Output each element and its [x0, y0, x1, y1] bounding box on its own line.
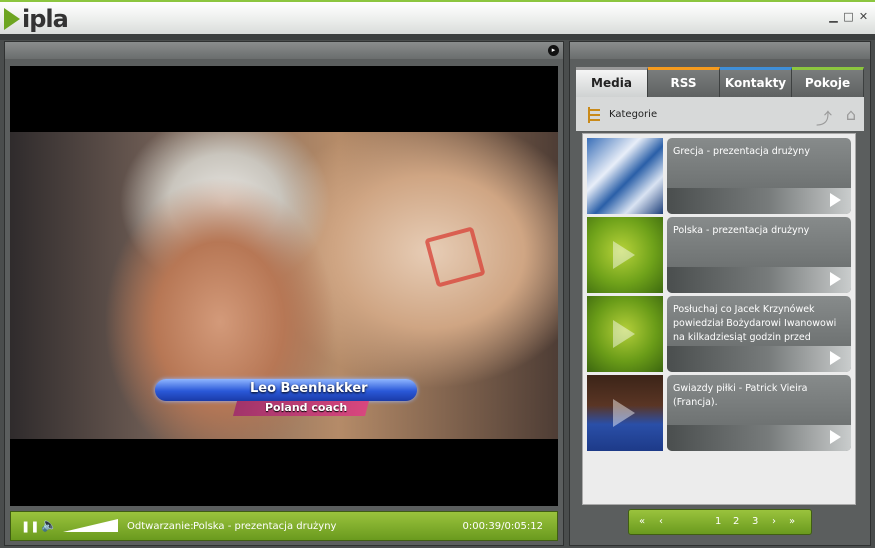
item-card-footer — [667, 188, 851, 214]
page-link-2[interactable]: 2 — [733, 515, 739, 529]
thumbnail[interactable] — [587, 296, 663, 372]
list-item[interactable]: Posłuchaj co Jacek Krzynówek powiedział … — [587, 296, 853, 372]
category-bar: Kategorie ⤴ ⌂ — [576, 97, 864, 131]
minimize-icon[interactable]: ▁ — [828, 11, 839, 22]
player-header: ▸ — [5, 42, 563, 59]
detach-icon[interactable]: ▸ — [548, 45, 559, 56]
item-title: Posłuchaj co Jacek Krzynówek powiedział … — [673, 304, 837, 343]
item-card[interactable]: Posłuchaj co Jacek Krzynówek powiedział … — [667, 296, 851, 372]
logo-play-icon — [4, 8, 20, 30]
play-icon[interactable] — [830, 351, 841, 365]
thumbnail[interactable] — [587, 217, 663, 293]
play-icon[interactable] — [830, 272, 841, 286]
volume-icon[interactable]: 🔈 — [41, 519, 59, 533]
emblem-patch — [424, 226, 486, 288]
up-arrow-icon[interactable]: ⤴ — [816, 105, 832, 129]
page-link-3[interactable]: 3 — [752, 515, 758, 529]
item-card-footer — [667, 267, 851, 293]
logo-text: ipla — [22, 5, 69, 33]
next-page-icon[interactable]: › — [772, 515, 776, 529]
tab-contacts[interactable]: Kontakty — [720, 67, 792, 97]
prev-page-icon[interactable]: ‹ — [659, 515, 663, 529]
page-link-1[interactable]: 1 — [715, 515, 721, 529]
item-title: Gwiazdy piłki - Patrick Vieira (Francja)… — [673, 383, 808, 408]
overlay-subtitle: Poland coach — [265, 401, 348, 414]
item-card[interactable]: Grecja - prezentacja drużyny — [667, 138, 851, 214]
maximize-icon[interactable]: □ — [843, 11, 854, 22]
divider — [0, 34, 875, 40]
video-frame: Leo Beenhakker Poland coach — [10, 132, 558, 439]
first-page-icon[interactable]: « — [639, 515, 645, 529]
close-icon[interactable]: ✕ — [858, 11, 869, 22]
title-bar: ipla ▁ □ ✕ — [0, 0, 875, 34]
item-card[interactable]: Gwiazdy piłki - Patrick Vieira (Francja)… — [667, 375, 851, 451]
tab-media[interactable]: Media — [576, 67, 648, 97]
player-panel: ▸ Leo Beenhakker Poland coach ❚❚ 🔈 Odtwa… — [4, 41, 564, 546]
tab-rooms[interactable]: Pokoje — [792, 67, 864, 97]
home-icon[interactable]: ⌂ — [846, 105, 856, 124]
category-tree-icon[interactable] — [587, 106, 601, 124]
item-title: Polska - prezentacja drużyny — [673, 225, 810, 236]
last-page-icon[interactable]: » — [789, 515, 795, 529]
media-panel: Media RSS Kontakty Pokoje Kategorie ⤴ ⌂ … — [569, 41, 871, 546]
overlay-name: Leo Beenhakker — [250, 381, 368, 396]
volume-slider[interactable] — [63, 518, 118, 532]
pause-icon[interactable]: ❚❚ — [21, 521, 39, 532]
item-card-footer — [667, 346, 851, 372]
player-controls: ❚❚ 🔈 Odtwarzanie: Polska - prezentacja d… — [10, 511, 558, 541]
now-playing-label: Odtwarzanie: — [127, 521, 194, 532]
categories-label[interactable]: Kategorie — [609, 109, 657, 120]
video-area[interactable]: Leo Beenhakker Poland coach — [10, 66, 558, 506]
list-item[interactable]: Polska - prezentacja drużyny — [587, 217, 853, 293]
item-title: Grecja - prezentacja drużyny — [673, 146, 810, 157]
thumbnail[interactable] — [587, 375, 663, 451]
tab-rss[interactable]: RSS — [648, 67, 720, 97]
list-item[interactable]: Grecja - prezentacja drużyny — [587, 138, 853, 214]
list-item[interactable]: Gwiazdy piłki - Patrick Vieira (Francja)… — [587, 375, 853, 451]
item-card[interactable]: Polska - prezentacja drużyny — [667, 217, 851, 293]
play-icon[interactable] — [830, 193, 841, 207]
play-icon[interactable] — [830, 430, 841, 444]
playback-time: 0:00:39/0:05:12 — [462, 521, 543, 532]
now-playing-title: Polska - prezentacja drużyny — [193, 521, 337, 532]
window-controls: ▁ □ ✕ — [828, 11, 869, 22]
media-header — [570, 42, 870, 59]
app-logo: ipla — [4, 5, 69, 33]
media-list: Grecja - prezentacja drużyny Polska - pr… — [582, 133, 856, 505]
thumbnail-play-icon — [613, 399, 635, 427]
thumbnail-play-icon — [613, 241, 635, 269]
pagination: « ‹ 1 2 3 › » — [628, 509, 812, 535]
item-card-footer — [667, 425, 851, 451]
thumbnail[interactable] — [587, 138, 663, 214]
tab-bar: Media RSS Kontakty Pokoje — [576, 67, 864, 97]
thumbnail-play-icon — [613, 320, 635, 348]
